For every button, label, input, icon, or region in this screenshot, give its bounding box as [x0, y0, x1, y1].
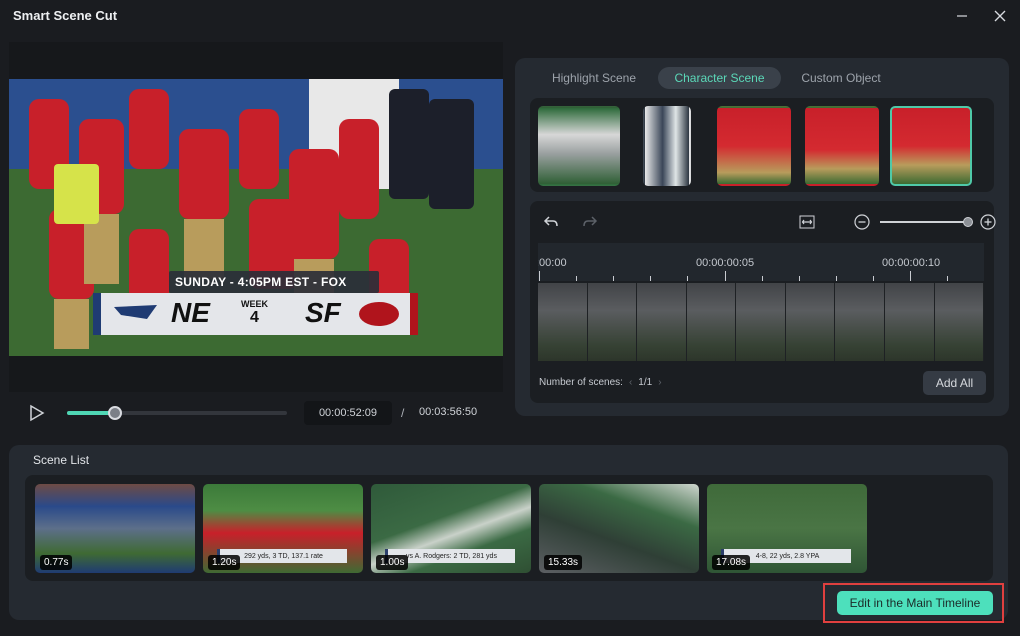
ruler-tick [687, 276, 689, 281]
character-timeline: :00:00 00:00:00:05 00:00:00:10 Number of… [530, 201, 997, 403]
current-time[interactable]: 00:00:52:09 [304, 401, 392, 425]
redo-icon [583, 216, 598, 227]
edit-in-main-timeline-button[interactable]: Edit in the Main Timeline [837, 591, 993, 615]
ruler-label: 00:00:00:05 [696, 257, 755, 269]
ruler-label: 00:00:00:10 [882, 257, 941, 269]
play-icon [30, 404, 45, 422]
time-separator: / [401, 406, 405, 420]
scene-list-strip: 0.77s 292 yds, 3 TD, 137.1 rate 1.20s vs… [25, 475, 993, 581]
ruler-tick [835, 276, 837, 281]
zoom-in-icon [980, 214, 996, 230]
ruler-tick [576, 276, 578, 281]
fit-to-width-icon [799, 215, 815, 229]
minimize-icon [957, 15, 967, 17]
scene-type-tabs: Highlight Scene Character Scene Custom O… [515, 67, 1009, 89]
scoreboard-team-right: SF [305, 297, 341, 328]
play-button[interactable] [29, 404, 45, 427]
next-scene-arrow[interactable]: › [658, 377, 661, 388]
add-all-button[interactable]: Add All [923, 371, 986, 395]
scene-duration: 15.33s [544, 555, 583, 570]
ruler-tick [872, 276, 874, 281]
playback-scrubber[interactable] [67, 406, 287, 420]
timeline-toolbar [530, 201, 997, 241]
scoreboard-week-label: WEEK [241, 299, 268, 309]
ruler-tick [539, 271, 540, 281]
clip-frame [835, 283, 885, 361]
scene-duration: 17.08s [712, 555, 751, 570]
zoom-slider-handle[interactable] [963, 217, 973, 227]
ruler-tick [798, 276, 800, 281]
character-thumbnail[interactable] [717, 106, 791, 186]
window-title: Smart Scene Cut [13, 8, 118, 23]
scoreboard-team-left: NE [171, 297, 210, 328]
scenes-counter: Number of scenes: ‹ 1/1 › [539, 377, 662, 388]
close-icon [994, 10, 1006, 22]
clip-frame [587, 283, 638, 361]
edit-button-highlight: Edit in the Main Timeline [823, 583, 1004, 623]
scene-list-title: Scene List [33, 453, 90, 467]
character-thumbnail[interactable] [643, 106, 691, 186]
close-button[interactable] [986, 4, 1014, 28]
ruler-tick [613, 276, 615, 281]
title-bar: Smart Scene Cut [0, 0, 1020, 32]
scoreboard-banner: SUNDAY - 4:05PM EST - FOX [175, 275, 347, 289]
character-thumbnails [530, 98, 994, 192]
scoreboard-week-number: 4 [250, 309, 259, 326]
previous-scene-arrow[interactable]: ‹ [629, 377, 632, 388]
clip-frame [538, 283, 588, 361]
zoom-in-button[interactable] [979, 213, 997, 231]
scene-item[interactable]: vs A. Rodgers: 2 TD, 281 yds 1.00s [371, 484, 531, 573]
clip-frame [637, 283, 687, 361]
tab-highlight-scene[interactable]: Highlight Scene [539, 67, 649, 89]
tab-character-scene[interactable]: Character Scene [658, 67, 781, 89]
character-thumbnail-selected[interactable] [890, 106, 972, 186]
ruler-tick [724, 271, 726, 281]
ruler-label: :00:00 [538, 257, 567, 269]
clip-frame [785, 283, 836, 361]
character-clip-strip[interactable] [538, 283, 984, 361]
scene-duration: 1.20s [208, 555, 241, 570]
ruler-tick [910, 271, 911, 281]
timeline-ruler[interactable]: :00:00 00:00:00:05 00:00:00:10 [538, 243, 984, 281]
ruler-tick [650, 276, 652, 281]
scene-item[interactable]: 292 yds, 3 TD, 137.1 rate 1.20s [203, 484, 363, 573]
redo-button[interactable] [581, 213, 599, 231]
detection-panel: Highlight Scene Character Scene Custom O… [515, 58, 1009, 416]
scenes-count-label: Number of scenes: [539, 377, 623, 388]
zoom-out-icon [854, 214, 870, 230]
ruler-tick [761, 276, 763, 281]
total-time: 00:03:56:50 [419, 406, 478, 418]
playback-controls: 00:00:52:09 / 00:03:56:50 [9, 395, 503, 431]
zoom-out-button[interactable] [853, 213, 871, 231]
clip-frame [686, 283, 737, 361]
scene-duration: 1.00s [376, 555, 409, 570]
character-thumbnail[interactable] [805, 106, 879, 186]
video-preview[interactable]: SUNDAY - 4:05PM EST - FOX NE WEEK 4 SF [9, 79, 503, 356]
clip-frame [934, 283, 984, 361]
undo-button[interactable] [542, 213, 560, 231]
character-thumbnail[interactable] [538, 106, 620, 186]
playback-scrubber-handle[interactable] [108, 406, 123, 420]
tab-custom-object[interactable]: Custom Object [791, 67, 891, 89]
fit-to-width-button[interactable] [798, 213, 816, 231]
undo-icon [543, 216, 558, 227]
ruler-tick [947, 276, 949, 281]
scenes-count-value: 1/1 [638, 377, 653, 388]
scene-item[interactable]: 15.33s [539, 484, 699, 573]
minimize-button[interactable] [948, 4, 976, 28]
scene-duration: 0.77s [40, 555, 73, 570]
clip-frame [884, 283, 935, 361]
scene-item[interactable]: 4-8, 22 yds, 2.8 YPA 17.08s [707, 484, 867, 573]
zoom-slider[interactable] [880, 217, 973, 227]
scene-item[interactable]: 0.77s [35, 484, 195, 573]
clip-frame [736, 283, 786, 361]
